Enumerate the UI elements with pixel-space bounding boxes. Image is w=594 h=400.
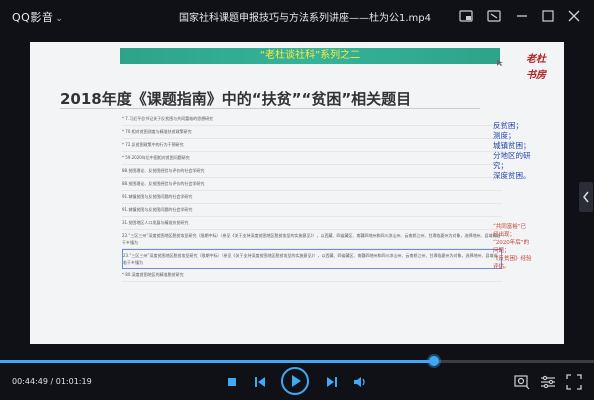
list-item: 31.贫困地区人口发展与精准扶贫研究 — [122, 217, 502, 230]
pip-icon[interactable] — [458, 8, 474, 24]
time-display: 00:44:49 / 01:01:19 — [12, 377, 92, 386]
close-icon[interactable] — [566, 8, 582, 24]
note-line: 《反贫困》经验 — [493, 256, 532, 262]
list-item: * 80.深度贫困地区的精准脱贫研究 — [122, 269, 502, 282]
list-item: 91.城镇贫困与反贫困问题的社会学研究 — [122, 191, 502, 204]
time-total: 01:01:19 — [55, 377, 92, 386]
side-panel-toggle[interactable] — [579, 182, 593, 212]
note-line: 城镇贫困； — [493, 141, 531, 150]
note-line: 分地区的研 — [493, 151, 531, 160]
note-line: 深度贫困。 — [493, 171, 531, 180]
fullscreen-icon[interactable] — [564, 372, 584, 392]
list-item: * 72.反贫困政策中的行为干预研究 — [122, 139, 502, 152]
svg-text:老杜: 老杜 — [526, 53, 547, 65]
window-title: 国家社科课题申报技巧与方法系列讲座——杜为公1.mp4 — [179, 13, 431, 24]
list-item: 88.贫困理论、反贫困经验与评价的社会学研究 — [122, 165, 502, 178]
chevron-down-icon: ⌄ — [55, 14, 64, 24]
progress-bar[interactable] — [0, 356, 594, 366]
list-item: 23.“三区三州”深度贫困地区脱贫攻坚研究（限期中标）（参见《关于支持深度贫困地… — [122, 230, 502, 249]
list-item: 91.城镇贫困与反贫困问题的社会学研究 — [122, 204, 502, 217]
title-bar: QQ影音 ⌄ 国家社科课题申报技巧与方法系列讲座——杜为公1.mp4 — [0, 0, 594, 34]
settings-sliders-icon[interactable] — [538, 372, 558, 392]
volume-icon[interactable] — [350, 372, 370, 392]
red-notes: “共同富裕”已 经出现； “2020年后”的 问题； 《反贫困》经验 评估。 — [493, 223, 563, 271]
app-menu-button[interactable]: QQ影音 ⌄ — [12, 9, 63, 25]
note-line: 反贫困； — [493, 121, 523, 130]
note-line: 经出现； — [493, 232, 516, 238]
stop-icon[interactable] — [222, 372, 242, 392]
divider — [60, 108, 480, 109]
maximize-icon[interactable] — [540, 8, 556, 24]
time-current: 00:44:49 — [12, 377, 48, 386]
list-item: * 70.相对贫困测度与精准扶贫政策研究 — [122, 126, 502, 139]
minimize-icon[interactable] — [514, 8, 530, 24]
note-line: 究； — [493, 161, 508, 170]
note-line: “2020年后”的 — [493, 240, 530, 246]
note-line: 测度； — [493, 131, 516, 140]
app-brand: QQ影音 — [12, 11, 54, 24]
previous-icon[interactable] — [250, 372, 270, 392]
note-line: “共同富裕”已 — [493, 224, 527, 230]
topic-list: * 7.习近平总书记关于反贫困与共同富裕的思想研究 * 70.相对贫困测度与精准… — [122, 113, 502, 282]
list-item: * 59.2020年后中国相对贫困问题研究 — [122, 152, 502, 165]
progress-fill — [0, 360, 435, 363]
svg-text:书房: 书房 — [526, 69, 547, 81]
screenshot-icon[interactable] — [512, 372, 532, 392]
slide-banner: “老杜谈社科”系列之二 — [120, 48, 500, 64]
chevron-left-icon — [583, 191, 589, 203]
screen-mode-icon[interactable] — [486, 8, 502, 24]
list-item: * 7.习近平总书记关于反贫困与共同富裕的思想研究 — [122, 113, 502, 126]
note-line: 问题； — [493, 248, 510, 254]
handwritten-notes: 反贫困； 测度； 城镇贫困； 分地区的研 究； 深度贫困。 — [493, 121, 563, 181]
laodu-logo: 老杜 书房 — [526, 53, 547, 81]
note-line: 评估。 — [493, 264, 510, 270]
list-item-highlighted: 23.“三区三州”深度贫困地区脱贫攻坚研究（限期中标）（参见《关于支持深度贫困地… — [122, 249, 502, 269]
play-icon[interactable] — [280, 366, 310, 396]
time-separator: / — [50, 377, 54, 386]
list-item: 88.贫困理论、反贫困经验与评价的社会学研究 — [122, 178, 502, 191]
mouse-cursor — [497, 60, 503, 66]
next-icon[interactable] — [322, 372, 342, 392]
slide-heading: 2018年度《课题指南》中的“扶贫”“贫困”相关题目 — [60, 90, 412, 108]
video-frame[interactable]: “老杜谈社科”系列之二 老杜 书房 2018年度《课题指南》中的“扶贫”“贫困”… — [30, 42, 564, 344]
